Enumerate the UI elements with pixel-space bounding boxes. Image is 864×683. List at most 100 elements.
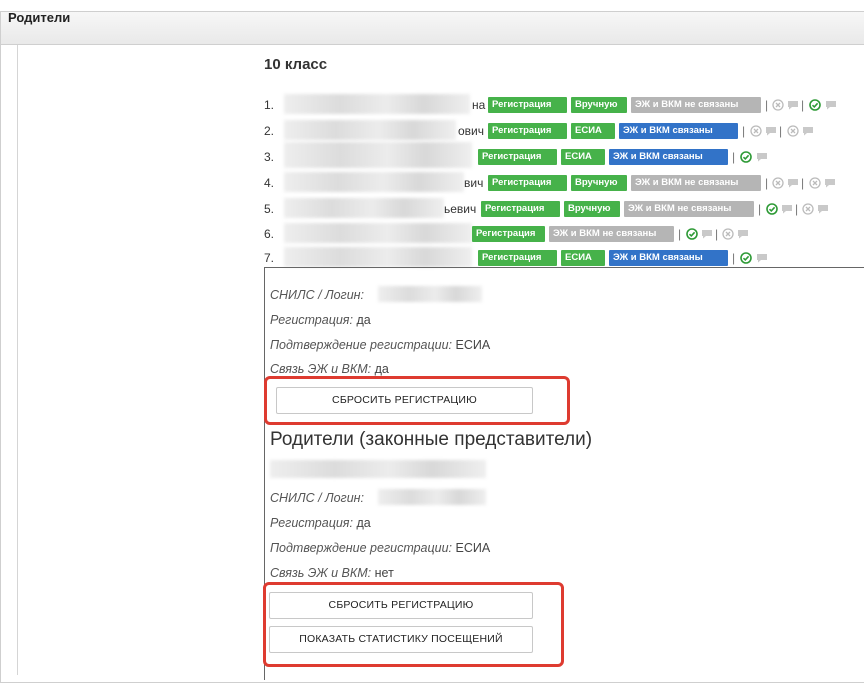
confirmation-label: Подтверждение регистрации:	[270, 541, 453, 555]
method-chip: ЕСИА	[561, 149, 605, 165]
confirmation-value: ЕСИА	[455, 541, 491, 555]
separator: |	[742, 124, 746, 138]
redacted-name	[284, 172, 464, 192]
student-number: 3.	[264, 150, 275, 164]
x-circle-icon[interactable]	[750, 125, 762, 137]
x-circle-icon[interactable]	[809, 177, 821, 189]
comment-icon[interactable]	[787, 177, 799, 189]
registration-chip: Регистрация	[478, 149, 557, 165]
comment-icon[interactable]	[817, 203, 829, 215]
registration-chip: Регистрация	[488, 123, 567, 139]
redacted-name	[284, 247, 472, 267]
x-circle-icon[interactable]	[772, 177, 784, 189]
separator: |	[779, 124, 783, 138]
separator: |	[732, 150, 736, 164]
parent-snils-row: СНИЛС / Логин:	[270, 491, 364, 505]
parent-link-row: Связь ЭЖ и ВКМ: нет	[270, 566, 394, 580]
student-registration-row: Регистрация: да	[270, 313, 371, 327]
class-title: 10 класс	[264, 56, 328, 73]
registration-label: Регистрация:	[270, 516, 353, 530]
registration-chip: Регистрация	[488, 175, 567, 191]
method-chip: Вручную	[564, 201, 620, 217]
parent-confirmation-row: Подтверждение регистрации: ЕСИА	[270, 541, 490, 555]
student-snils-row: СНИЛС / Логин:	[270, 288, 364, 302]
highlight-box	[263, 582, 564, 667]
separator: |	[801, 176, 805, 190]
student-number: 1.	[264, 98, 275, 112]
separator: |	[765, 176, 769, 190]
registration-label: Регистрация:	[270, 313, 353, 327]
comment-icon[interactable]	[825, 99, 837, 111]
highlight-box	[264, 376, 570, 425]
parent-registration-row: Регистрация: да	[270, 516, 371, 530]
parents-heading: Родители (законные представители)	[270, 429, 593, 450]
comment-icon[interactable]	[701, 228, 713, 240]
student-link-row: Связь ЭЖ и ВКМ: да	[270, 362, 389, 376]
student-number: 6.	[264, 227, 275, 241]
redacted-name	[284, 94, 470, 114]
snils-label: СНИЛС / Логин:	[270, 288, 365, 302]
link-status-chip: ЭЖ и ВКМ не связаны	[624, 201, 754, 217]
comment-icon[interactable]	[756, 151, 768, 163]
link-status-chip: ЭЖ и ВКМ связаны	[609, 149, 728, 165]
x-circle-icon[interactable]	[802, 203, 814, 215]
student-row[interactable]: 6. Регистрация ЭЖ и ВКМ не связаны | |	[264, 223, 864, 243]
x-circle-icon[interactable]	[787, 125, 799, 137]
link-label: Связь ЭЖ и ВКМ:	[270, 566, 372, 580]
comment-icon[interactable]	[802, 125, 814, 137]
comment-icon[interactable]	[787, 99, 799, 111]
link-status-chip: ЭЖ и ВКМ не связаны	[631, 97, 761, 113]
method-chip: ЕСИА	[561, 250, 605, 266]
student-name-tail: ович	[458, 124, 485, 138]
method-chip: ЕСИА	[571, 123, 615, 139]
link-value: да	[374, 362, 389, 376]
comment-icon[interactable]	[765, 125, 777, 137]
student-row[interactable]: 7. Регистрация ЕСИА ЭЖ и ВКМ связаны |	[264, 247, 864, 267]
confirmation-label: Подтверждение регистрации:	[270, 338, 453, 352]
comment-icon[interactable]	[737, 228, 749, 240]
panel-title: Родители	[8, 10, 71, 25]
confirmation-value: ЕСИА	[455, 338, 491, 352]
check-circle-icon[interactable]	[809, 99, 821, 111]
separator: |	[732, 251, 736, 265]
link-label: Связь ЭЖ и ВКМ:	[270, 362, 372, 376]
method-chip: Вручную	[571, 175, 627, 191]
link-status-chip: ЭЖ и ВКМ не связаны	[549, 226, 674, 242]
redacted-name	[284, 120, 456, 140]
check-circle-icon[interactable]	[740, 151, 752, 163]
student-number: 7.	[264, 251, 275, 265]
check-circle-icon[interactable]	[740, 252, 752, 264]
student-row[interactable]: 2. ович Регистрация ЕСИА ЭЖ и ВКМ связан…	[264, 120, 864, 140]
check-circle-icon[interactable]	[766, 203, 778, 215]
separator: |	[678, 227, 682, 241]
separator: |	[715, 227, 719, 241]
student-name-tail: ьевич	[444, 202, 477, 216]
comment-icon[interactable]	[824, 177, 836, 189]
link-status-chip: ЭЖ и ВКМ не связаны	[631, 175, 761, 191]
separator: |	[801, 98, 805, 112]
student-name-tail: на	[472, 98, 486, 112]
registration-value: да	[356, 313, 371, 327]
student-number: 2.	[264, 124, 275, 138]
comment-icon[interactable]	[781, 203, 793, 215]
redacted-snils	[378, 489, 486, 505]
comment-icon[interactable]	[756, 252, 768, 264]
x-circle-icon[interactable]	[722, 228, 734, 240]
registration-chip: Регистрация	[472, 226, 545, 242]
registration-chip: Регистрация	[488, 97, 567, 113]
redacted-name	[284, 223, 472, 243]
snils-label: СНИЛС / Логин:	[270, 491, 365, 505]
student-name-tail: вич	[464, 176, 484, 190]
student-row[interactable]: 5. ьевич Регистрация Вручную ЭЖ и ВКМ не…	[264, 198, 864, 218]
method-chip: Вручную	[571, 97, 627, 113]
student-row[interactable]: 3. Регистрация ЕСИА ЭЖ и ВКМ связаны |	[264, 142, 864, 168]
check-circle-icon[interactable]	[686, 228, 698, 240]
registration-chip: Регистрация	[481, 201, 560, 217]
registration-chip: Регистрация	[478, 250, 557, 266]
redacted-snils	[378, 286, 482, 302]
panel-header	[1, 12, 864, 45]
x-circle-icon[interactable]	[772, 99, 784, 111]
student-row[interactable]: 1. на Регистрация Вручную ЭЖ и ВКМ не св…	[264, 94, 864, 114]
student-row[interactable]: 4. вич Регистрация Вручную ЭЖ и ВКМ не с…	[264, 172, 864, 192]
separator: |	[758, 202, 762, 216]
